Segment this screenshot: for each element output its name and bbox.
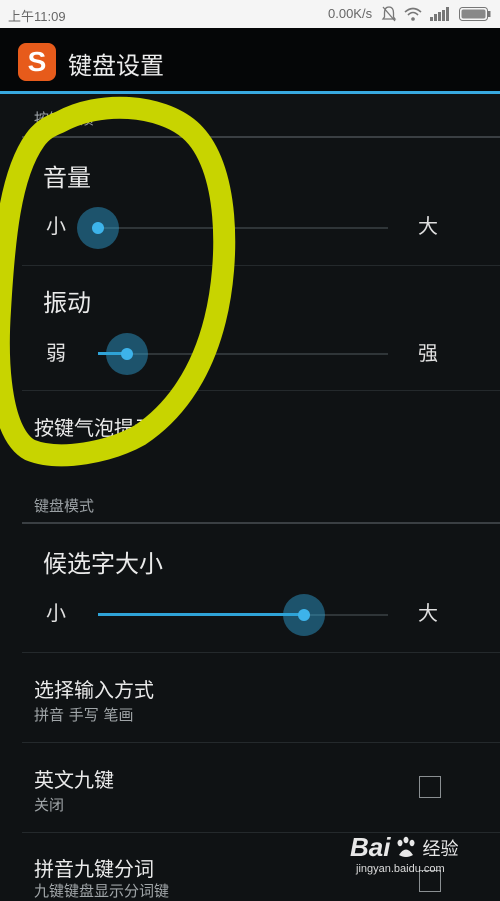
watermark-suffix: 经验 [422, 838, 459, 859]
action-bar: S 键盘设置 [0, 28, 500, 92]
volume-min-label: 小 [46, 214, 66, 238]
english-nine-checkbox[interactable] [419, 776, 441, 798]
divider [22, 265, 500, 266]
notifications-off-icon [381, 4, 397, 24]
watermark-brand: Bai [350, 832, 391, 862]
bubble-hint-subtitle: 仅全键 [34, 444, 80, 462]
divider [22, 652, 500, 653]
candidate-size-slider-thumb[interactable] [283, 594, 325, 636]
status-time: 上午11:09 [8, 9, 66, 24]
candidate-size-title: 候选字大小 [43, 550, 163, 578]
status-bar: 上午11:09 0.00K/s [0, 0, 500, 28]
divider [22, 742, 500, 743]
section-rule [22, 522, 500, 524]
action-bar-divider [0, 91, 500, 94]
volume-title: 音量 [43, 164, 91, 192]
vibration-max-label: 强 [418, 341, 438, 365]
pinyin-nine-subtitle: 九键键盘显示分词键 [34, 882, 170, 900]
volume-max-label: 大 [418, 214, 438, 238]
english-nine-subtitle: 关闭 [34, 796, 65, 814]
candidate-size-max-label: 大 [418, 601, 438, 625]
baidu-watermark: Bai 经验 jingyan.baidu.com [350, 832, 458, 875]
section-header-key-feedback: 按键反馈 [34, 110, 95, 128]
volume-slider-thumb[interactable] [77, 207, 119, 249]
page-title: 键盘设置 [68, 52, 164, 80]
signal-icon [430, 4, 450, 24]
sogou-logo-icon: S [18, 43, 56, 81]
wifi-icon [404, 4, 422, 24]
volume-slider-track[interactable] [98, 227, 388, 229]
divider [22, 390, 500, 391]
candidate-size-min-label: 小 [46, 601, 66, 625]
bubble-hint-title: 按键气泡提示 [34, 416, 154, 440]
input-method-title: 选择输入方式 [34, 678, 154, 702]
network-speed: 0.00K/s [328, 6, 373, 21]
baidu-paw-icon [397, 836, 415, 857]
pinyin-nine-title: 拼音九键分词 [34, 857, 154, 881]
english-nine-title: 英文九键 [34, 768, 114, 792]
section-header-keyboard-mode: 键盘模式 [34, 497, 95, 515]
vibration-min-label: 弱 [46, 341, 66, 365]
watermark-url: jingyan.baidu.com [356, 863, 445, 875]
candidate-size-slider-fill [98, 613, 304, 616]
vibration-slider-thumb[interactable] [106, 333, 148, 375]
vibration-title: 振动 [43, 289, 91, 317]
input-method-subtitle: 拼音 手写 笔画 [34, 706, 134, 724]
battery-icon [459, 4, 491, 24]
section-rule [22, 136, 500, 138]
